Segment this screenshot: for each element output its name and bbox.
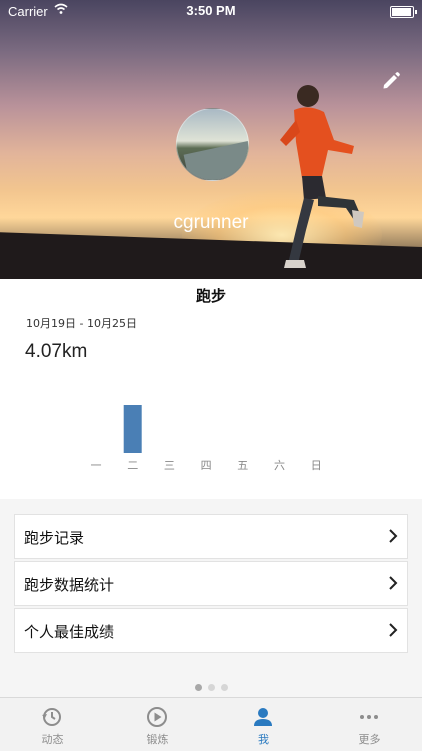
history-icon — [42, 708, 61, 726]
battery-icon — [390, 6, 417, 18]
chart-tick-label: 三 — [164, 459, 175, 472]
menu-item-label: 跑步数据统计 — [24, 576, 115, 594]
chart-bar — [123, 405, 142, 453]
tab-me[interactable]: 我 — [211, 698, 316, 751]
more-icon — [360, 715, 378, 719]
person-icon — [254, 708, 272, 726]
chevron-right-icon — [389, 623, 398, 637]
profile-header: Carrier 3:50 PM cgrunner — [0, 0, 422, 279]
weekly-bar-chart: 一二三四五六日 — [91, 405, 322, 472]
status-bar: Carrier 3:50 PM — [0, 0, 422, 22]
tab-bar: 动态 锻炼 我 更多 — [0, 697, 422, 751]
chart-tick-label: 五 — [237, 459, 248, 472]
tab-label: 锻炼 — [146, 733, 169, 746]
page-dot[interactable] — [194, 684, 202, 691]
play-icon — [147, 707, 167, 727]
chart-tick-label: 四 — [201, 459, 212, 472]
tab-more[interactable]: 更多 — [317, 698, 422, 751]
tab-label: 动态 — [41, 733, 64, 746]
avatar[interactable] — [176, 108, 249, 181]
chevron-right-icon — [389, 529, 398, 543]
chart-tick-label: 六 — [274, 459, 285, 472]
tab-label: 我 — [258, 733, 269, 746]
menu-item-label: 跑步记录 — [24, 529, 85, 547]
menu-list: 跑步记录 跑步数据统计 个人最佳成绩 — [14, 514, 408, 655]
menu-item-personal-bests[interactable]: 个人最佳成绩 — [14, 608, 408, 653]
page-dot[interactable] — [220, 684, 228, 691]
tab-label: 更多 — [358, 733, 381, 746]
chevron-right-icon — [389, 576, 398, 590]
menu-item-run-stats[interactable]: 跑步数据统计 — [14, 561, 408, 606]
tab-feed[interactable]: 动态 — [0, 698, 105, 751]
menu-item-run-records[interactable]: 跑步记录 — [14, 514, 408, 559]
chart-tick-label: 二 — [127, 459, 138, 472]
menu-item-label: 个人最佳成绩 — [24, 623, 115, 641]
page-dot[interactable] — [207, 684, 215, 691]
tab-workout[interactable]: 锻炼 — [105, 698, 210, 751]
clock-label: 3:50 PM — [186, 3, 236, 18]
username-label: cgrunner — [173, 212, 249, 233]
chart-tick-label: 一 — [91, 459, 102, 472]
page-indicator[interactable] — [0, 676, 422, 695]
chart-tick-label: 日 — [311, 459, 322, 472]
runner-photo — [280, 85, 364, 268]
edit-profile-icon[interactable] — [380, 70, 402, 92]
